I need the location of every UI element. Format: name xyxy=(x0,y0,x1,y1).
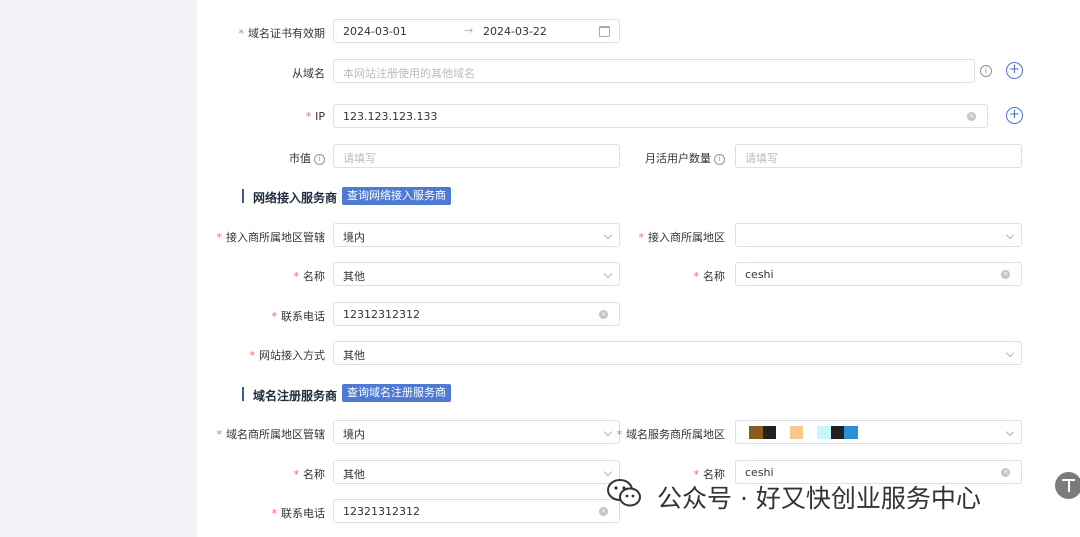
registrar-region-select[interactable] xyxy=(735,420,1022,444)
network-name-right-label: * 名称 xyxy=(693,270,726,283)
add-sub-domain-icon[interactable]: + xyxy=(1006,62,1023,79)
section-bar xyxy=(242,387,244,401)
network-name-right-input[interactable]: ceshi × xyxy=(735,262,1022,286)
wechat-icon xyxy=(607,479,641,507)
chevron-down-icon xyxy=(1005,230,1015,240)
back-to-top-icon[interactable] xyxy=(1055,472,1080,499)
info-icon[interactable]: i xyxy=(980,65,992,77)
network-jurisdiction-label: * 接入商所属地区管辖 xyxy=(216,231,326,244)
chevron-down-icon xyxy=(603,467,613,477)
network-jurisdiction-select[interactable]: 境内 xyxy=(333,223,620,247)
network-name-label: * 名称 xyxy=(293,270,326,283)
network-name-value: 其他 xyxy=(343,270,365,283)
market-value-placeholder: 请填写 xyxy=(343,152,376,165)
redacted-block xyxy=(817,426,831,439)
registrar-name-value: 其他 xyxy=(343,468,365,481)
monthly-users-input[interactable]: 请填写 xyxy=(735,144,1022,168)
chevron-down-icon xyxy=(1005,427,1015,437)
redacted-block xyxy=(763,426,776,439)
registrar-phone-label: * 联系电话 xyxy=(271,507,326,520)
sub-domain-input[interactable]: 本网站注册使用的其他域名 xyxy=(333,59,975,83)
network-phone-label: * 联系电话 xyxy=(271,310,326,323)
network-phone-input[interactable]: 12312312312 × xyxy=(333,302,620,326)
redacted-block xyxy=(790,426,803,439)
chevron-down-icon xyxy=(603,230,613,240)
access-method-select[interactable]: 其他 xyxy=(333,341,1022,365)
query-network-provider-button[interactable]: 查询网络接入服务商 xyxy=(342,187,451,205)
access-method-value: 其他 xyxy=(343,349,365,362)
registrar-name-right-value: ceshi xyxy=(745,466,774,479)
info-icon[interactable]: i xyxy=(314,153,325,165)
clear-icon[interactable]: × xyxy=(967,112,976,121)
cert-validity-label: * 域名证书有效期 xyxy=(238,27,326,40)
start-date[interactable]: 2024-03-01 xyxy=(343,25,407,38)
registrar-jurisdiction-select[interactable]: 境内 xyxy=(333,420,620,444)
redacted-block xyxy=(749,426,763,439)
network-region-label: * 接入商所属地区 xyxy=(638,231,726,244)
market-value-input[interactable]: 请填写 xyxy=(333,144,620,168)
clear-icon[interactable]: × xyxy=(599,507,608,516)
sub-domain-placeholder: 本网站注册使用的其他域名 xyxy=(343,67,475,80)
section-bar xyxy=(242,189,244,203)
access-method-label: * 网站接入方式 xyxy=(249,349,326,362)
network-section-title: 网络接入服务商 xyxy=(253,191,338,205)
add-ip-icon[interactable]: + xyxy=(1006,107,1023,124)
calendar-icon[interactable] xyxy=(599,26,610,37)
ip-label: * IP xyxy=(305,110,325,123)
registrar-section-title: 域名注册服务商 xyxy=(253,389,338,403)
market-value-label: 市值 i xyxy=(289,150,325,166)
end-date[interactable]: 2024-03-22 xyxy=(483,25,547,38)
chevron-down-icon xyxy=(1005,348,1015,358)
registrar-region-label: * 域名服务商所属地区 xyxy=(616,428,726,441)
clear-icon[interactable]: × xyxy=(1001,270,1010,279)
clear-icon[interactable]: × xyxy=(1001,468,1010,477)
sub-domain-label: 从域名 xyxy=(292,67,325,80)
network-name-select[interactable]: 其他 xyxy=(333,262,620,286)
monthly-users-placeholder: 请填写 xyxy=(745,152,778,165)
query-registrar-button[interactable]: 查询域名注册服务商 xyxy=(342,384,451,402)
network-jurisdiction-value: 境内 xyxy=(343,231,365,244)
ip-value: 123.123.123.133 xyxy=(343,110,438,123)
clear-icon[interactable]: × xyxy=(599,310,608,319)
registrar-name-select[interactable]: 其他 xyxy=(333,460,620,484)
info-icon[interactable]: i xyxy=(714,153,725,165)
network-name-right-value: ceshi xyxy=(745,268,774,281)
registrar-name-label: * 名称 xyxy=(293,468,326,481)
network-phone-value: 12312312312 xyxy=(343,308,420,321)
watermark-text: 公众号 · 好又快创业服务中心 xyxy=(657,484,981,513)
ip-input[interactable]: 123.123.123.133 × xyxy=(333,104,988,128)
cert-validity-range-picker[interactable]: 2024-03-01 → 2024-03-22 xyxy=(333,19,620,43)
monthly-users-label: 月活用户数量 i xyxy=(645,150,725,166)
registrar-phone-input[interactable]: 12321312312 × xyxy=(333,499,620,523)
redacted-block xyxy=(831,426,844,439)
chevron-down-icon xyxy=(603,427,613,437)
range-arrow-icon: → xyxy=(464,24,474,37)
chevron-down-icon xyxy=(603,269,613,279)
registrar-phone-value: 12321312312 xyxy=(343,505,420,518)
registrar-jurisdiction-label: * 域名商所属地区管辖 xyxy=(216,428,326,441)
network-region-select[interactable] xyxy=(735,223,1022,247)
registrar-jurisdiction-value: 境内 xyxy=(343,428,365,441)
redacted-block xyxy=(844,426,858,439)
